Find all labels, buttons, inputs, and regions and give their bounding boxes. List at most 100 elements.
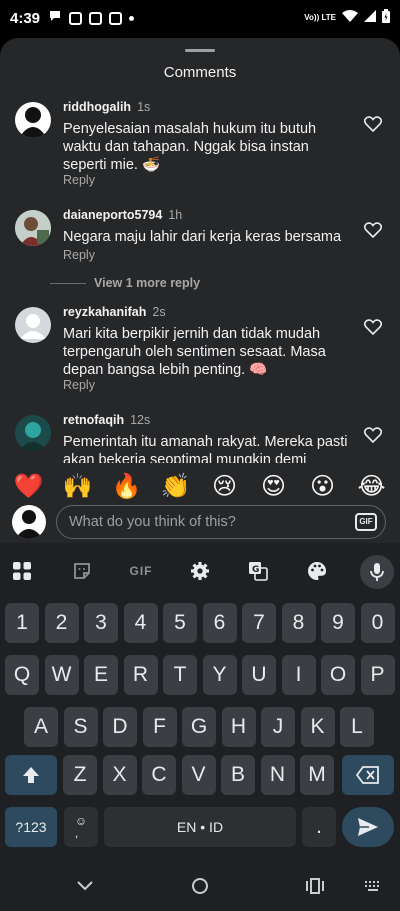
emoji-comma-key[interactable]: ☺ , (64, 807, 98, 847)
key-2[interactable]: 2 (44, 603, 79, 643)
instagram-icon (89, 11, 103, 25)
key-7[interactable]: 7 (242, 603, 276, 643)
comment-text: Pemerintah itu amanah rakyat. Mereka pas… (63, 434, 348, 463)
keyboard-toolbar: GIF G (0, 543, 400, 599)
instagram-icon (109, 11, 123, 25)
palette-icon[interactable] (301, 555, 333, 587)
reply-button[interactable]: Reply (63, 248, 95, 262)
comment-time: 2s (152, 305, 166, 319)
key-c[interactable]: C (142, 755, 176, 795)
like-heart-icon[interactable] (364, 222, 382, 238)
reply-button[interactable]: Reply (63, 173, 95, 187)
key-j[interactable]: J (261, 707, 295, 747)
key-b[interactable]: B (221, 755, 255, 795)
emoji-cry-button[interactable]: 😢 (209, 472, 241, 501)
back-chevron-icon[interactable] (74, 875, 96, 897)
key-r[interactable]: R (123, 655, 158, 695)
key-m[interactable]: M (300, 755, 334, 795)
key-v[interactable]: V (181, 755, 216, 795)
key-3[interactable]: 3 (84, 603, 118, 643)
symbols-key[interactable]: ?123 (5, 807, 57, 847)
shift-icon (23, 767, 39, 783)
shift-key[interactable] (5, 755, 57, 795)
quick-emoji-row: ❤️ 🙌 🔥 👏 😢 😍 😮 😂 (0, 470, 400, 502)
send-icon (358, 818, 378, 836)
key-p[interactable]: P (360, 655, 395, 695)
like-heart-icon[interactable] (364, 427, 382, 443)
send-key[interactable] (342, 807, 394, 847)
gif-button[interactable]: GIF (355, 513, 377, 531)
key-6[interactable]: 6 (202, 603, 237, 643)
comment-text: Penyelesaian masalah hukum itu butuh wak… (63, 121, 317, 173)
drag-handle[interactable] (185, 49, 215, 52)
comments-list[interactable]: riddhogalih 1s Penyelesaian masalah hukum… (0, 98, 400, 463)
translate-icon[interactable]: G (242, 555, 274, 587)
emoji-raised-hands-button[interactable]: 🙌 (62, 472, 94, 501)
key-g[interactable]: G (182, 707, 216, 747)
key-1[interactable]: 1 (5, 603, 39, 643)
key-0[interactable]: 0 (360, 603, 395, 643)
comment-time: 1s (137, 100, 151, 114)
key-e[interactable]: E (84, 655, 118, 695)
avatar[interactable] (15, 102, 51, 138)
key-s[interactable]: S (63, 707, 98, 747)
key-f[interactable]: F (142, 707, 177, 747)
key-a[interactable]: A (24, 707, 58, 747)
period-key[interactable]: . (302, 807, 336, 847)
key-h[interactable]: H (221, 707, 256, 747)
key-x[interactable]: X (102, 755, 137, 795)
settings-gear-icon[interactable] (184, 555, 216, 587)
avatar[interactable] (15, 415, 51, 451)
keyboard-switch-icon[interactable] (362, 875, 384, 897)
backspace-key[interactable] (342, 755, 394, 795)
comment-username[interactable]: daianeporto5794 1h (63, 208, 182, 222)
view-more-replies[interactable]: View 1 more reply (50, 276, 200, 290)
like-heart-icon[interactable] (364, 319, 382, 335)
space-key[interactable]: EN • ID (104, 807, 296, 847)
comment-input[interactable]: What do you think of this? GIF (56, 505, 386, 539)
backspace-icon (356, 766, 379, 784)
apps-grid-icon[interactable] (6, 555, 38, 587)
emoji-surprised-button[interactable]: 😮 (307, 472, 339, 501)
key-4[interactable]: 4 (123, 603, 158, 643)
wifi-icon (342, 9, 358, 27)
comment-username[interactable]: retnofaqih 12s (63, 413, 150, 427)
emoji-laugh-button[interactable]: 😂 (356, 472, 388, 501)
mic-icon[interactable] (360, 555, 394, 589)
status-bar: 4:39 Vo)) LTE (0, 0, 400, 36)
dot-icon (129, 15, 135, 21)
sticker-icon[interactable] (66, 555, 98, 587)
key-z[interactable]: Z (63, 755, 97, 795)
comment-username[interactable]: reyzkahanifah 2s (63, 305, 166, 319)
reply-button[interactable]: Reply (63, 378, 95, 392)
key-n[interactable]: N (260, 755, 295, 795)
comment-text: Mari kita berpikir jernih dan tidak muda… (63, 326, 326, 378)
key-w[interactable]: W (44, 655, 79, 695)
key-q[interactable]: Q (5, 655, 39, 695)
key-t[interactable]: T (163, 655, 197, 695)
key-d[interactable]: D (103, 707, 137, 747)
key-i[interactable]: I (281, 655, 316, 695)
key-8[interactable]: 8 (281, 603, 316, 643)
gif-icon[interactable]: GIF (125, 555, 157, 587)
key-u[interactable]: U (242, 655, 276, 695)
comment-username[interactable]: riddhogalih 1s (63, 100, 150, 114)
avatar[interactable] (15, 307, 51, 343)
emoji-fire-button[interactable]: 🔥 (111, 472, 143, 501)
key-k[interactable]: K (300, 707, 335, 747)
volte-label: Vo)) LTE (304, 13, 336, 22)
key-l[interactable]: L (340, 707, 374, 747)
key-y[interactable]: Y (202, 655, 237, 695)
emoji-heart-button[interactable]: ❤️ (13, 472, 45, 501)
key-o[interactable]: O (321, 655, 355, 695)
key-5[interactable]: 5 (163, 603, 197, 643)
like-heart-icon[interactable] (364, 116, 382, 132)
recents-icon[interactable] (304, 875, 326, 897)
home-icon[interactable] (189, 875, 211, 897)
status-time: 4:39 (10, 9, 41, 27)
emoji-heart-eyes-button[interactable]: 😍 (258, 472, 290, 501)
avatar[interactable] (15, 210, 51, 246)
emoji-clap-button[interactable]: 👏 (160, 472, 192, 501)
square-app-icon (69, 11, 83, 25)
key-9[interactable]: 9 (321, 603, 355, 643)
